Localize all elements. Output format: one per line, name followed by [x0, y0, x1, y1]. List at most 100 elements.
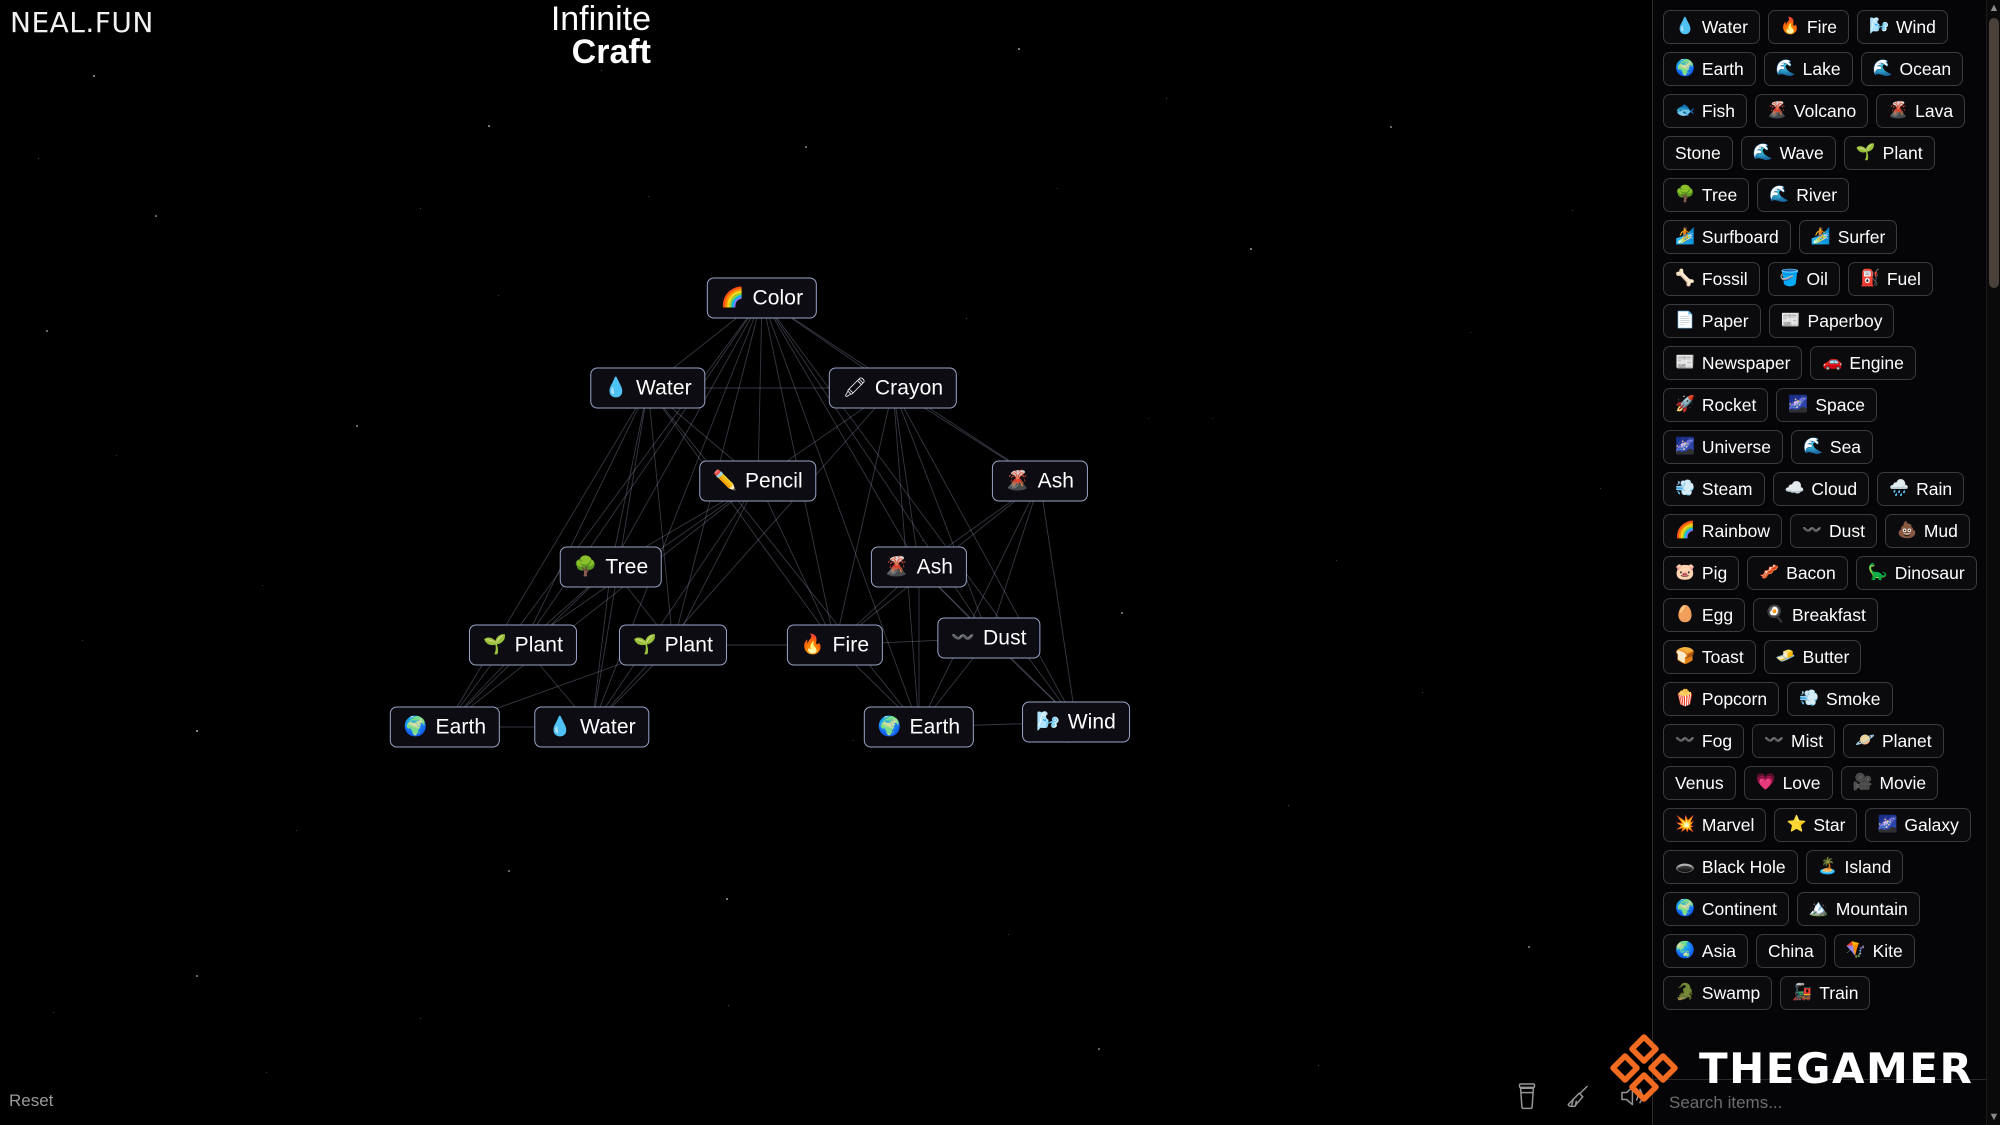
sidebar-item-mud[interactable]: 💩 Mud	[1884, 514, 1970, 548]
sidebar-item-paperboy[interactable]: 📰 Paperboy	[1768, 304, 1895, 338]
swamp-icon: 🐊	[1675, 984, 1695, 1001]
scrollbar-down-arrow[interactable]: ▼	[1987, 1109, 2000, 1125]
sidebar-item-egg[interactable]: 🥚 Egg	[1663, 598, 1746, 632]
sidebar-item-ocean[interactable]: 🌊 Ocean	[1860, 52, 1964, 86]
canvas-node-earth[interactable]: 🌍 Earth	[389, 706, 501, 748]
sidebar-item-paper[interactable]: 📄 Paper	[1663, 304, 1761, 338]
sidebar-item-china[interactable]: China	[1755, 934, 1826, 968]
coffee-cup-icon[interactable]	[1515, 1082, 1539, 1115]
search-input[interactable]	[1653, 1080, 1986, 1125]
canvas-node-color[interactable]: 🌈 Color	[706, 277, 818, 319]
crafting-canvas[interactable]: 🌈 Color 💧 Water 🖍 Crayon ✏️ Pencil 🌋 Ash 🌳 Tree 🌋 Ash…	[0, 0, 1652, 1125]
canvas-node-dust[interactable]: 〰️ Dust	[937, 617, 1041, 659]
sidebar-item-butter[interactable]: 🧈 Butter	[1763, 640, 1862, 674]
sidebar-item-stone[interactable]: Stone	[1663, 136, 1733, 170]
sidebar-item-wind[interactable]: 🌬️ Wind	[1857, 10, 1948, 44]
sidebar-item-toast[interactable]: 🍞 Toast	[1663, 640, 1756, 674]
sidebar-item-smoke[interactable]: 💨 Smoke	[1787, 682, 1893, 716]
sidebar-item-dust[interactable]: 〰️ Dust	[1790, 514, 1877, 548]
sidebar-item-volcano[interactable]: 🌋 Volcano	[1754, 94, 1869, 128]
surfboard-icon: 🏄	[1675, 228, 1695, 245]
sidebar-scrollbar[interactable]: ▲ ▼	[1986, 0, 2000, 1125]
items-scroll-area[interactable]: 💧 Water 🔥 Fire 🌬️ Wind 🌍 Earth 🌊 Lake 🌊 Ocean 🐟 Fish 🌋…	[1653, 0, 1986, 1079]
scrollbar-thumb[interactable]	[1989, 18, 1999, 288]
sidebar-item-plant[interactable]: 🌱 Plant	[1843, 136, 1935, 170]
sidebar-item-mountain[interactable]: 🏔️ Mountain	[1796, 892, 1920, 926]
sidebar-item-river[interactable]: 🌊 River	[1757, 178, 1850, 212]
sidebar-item-love[interactable]: 💗 Love	[1743, 766, 1833, 800]
sidebar-item-label: Rain	[1916, 478, 1953, 499]
sidebar-item-marvel[interactable]: 💥 Marvel	[1663, 808, 1767, 842]
sidebar-item-island[interactable]: 🏝️ Island	[1805, 850, 1904, 884]
sidebar-item-popcorn[interactable]: 🍿 Popcorn	[1663, 682, 1780, 716]
sidebar-item-tree[interactable]: 🌳 Tree	[1663, 178, 1750, 212]
canvas-node-fire[interactable]: 🔥 Fire	[786, 624, 884, 666]
sidebar-item-rocket[interactable]: 🚀 Rocket	[1663, 388, 1769, 422]
canvas-node-earth[interactable]: 🌍 Earth	[863, 706, 975, 748]
canvas-node-plant[interactable]: 🌱 Plant	[468, 624, 578, 666]
sidebar-item-kite[interactable]: 🪁 Kite	[1833, 934, 1915, 968]
canvas-node-ash[interactable]: 🌋 Ash	[991, 460, 1089, 502]
sidebar-item-fuel[interactable]: ⛽ Fuel	[1847, 262, 1933, 296]
sidebar-item-sea[interactable]: 🌊 Sea	[1790, 430, 1874, 464]
speaker-icon[interactable]	[1619, 1083, 1647, 1114]
canvas-node-wind[interactable]: 🌬️ Wind	[1022, 701, 1130, 743]
tree-icon: 🌳	[573, 556, 598, 578]
sidebar-item-newspaper[interactable]: 📰 Newspaper	[1663, 346, 1803, 380]
sidebar-item-train[interactable]: 🚂 Train	[1780, 976, 1871, 1010]
plant-icon: 🌱	[1855, 144, 1876, 161]
sidebar-item-rain[interactable]: 🌧️ Rain	[1877, 472, 1965, 506]
sidebar-item-pig[interactable]: 🐷 Pig	[1663, 556, 1740, 590]
breakfast-icon: 🍳	[1765, 606, 1785, 623]
sidebar-item-mist[interactable]: 〰️ Mist	[1752, 724, 1836, 758]
sidebar-item-engine[interactable]: 🚗 Engine	[1810, 346, 1916, 380]
sidebar-item-galaxy[interactable]: 🌌 Galaxy	[1865, 808, 1971, 842]
sidebar-item-surfer[interactable]: 🏄 Surfer	[1798, 220, 1898, 254]
sidebar-item-surfboard[interactable]: 🏄 Surfboard	[1663, 220, 1791, 254]
sidebar-item-label: Wave	[1779, 142, 1824, 163]
sidebar-item-label: Planet	[1882, 730, 1932, 751]
canvas-node-ash[interactable]: 🌋 Ash	[870, 546, 968, 588]
canvas-node-tree[interactable]: 🌳 Tree	[559, 546, 663, 588]
sidebar-item-planet[interactable]: 🪐 Planet	[1843, 724, 1944, 758]
sidebar-item-oil[interactable]: 🪣 Oil	[1767, 262, 1840, 296]
scrollbar-up-arrow[interactable]: ▲	[1987, 0, 2000, 16]
train-icon: 🚂	[1792, 984, 1813, 1001]
reset-button[interactable]: Reset	[9, 1091, 53, 1111]
sidebar-item-lake[interactable]: 🌊 Lake	[1763, 52, 1853, 86]
canvas-node-pencil[interactable]: ✏️ Pencil	[699, 460, 817, 502]
sidebar-item-black-hole[interactable]: 🕳️ Black Hole	[1663, 850, 1798, 884]
dust-icon: 〰️	[951, 627, 976, 649]
sidebar-item-universe[interactable]: 🌌 Universe	[1663, 430, 1783, 464]
sidebar-item-bacon[interactable]: 🥓 Bacon	[1747, 556, 1848, 590]
sidebar-item-fog[interactable]: 〰️ Fog	[1663, 724, 1745, 758]
sidebar-item-steam[interactable]: 💨 Steam	[1663, 472, 1765, 506]
sidebar-item-fossil[interactable]: 🦴 Fossil	[1663, 262, 1760, 296]
sidebar-item-earth[interactable]: 🌍 Earth	[1663, 52, 1756, 86]
sidebar-item-label: Surfboard	[1701, 226, 1779, 247]
connection-line	[892, 387, 920, 568]
sidebar-item-dinosaur[interactable]: 🦕 Dinosaur	[1855, 556, 1977, 590]
canvas-node-crayon[interactable]: 🖍 Crayon	[828, 367, 958, 409]
sidebar-item-asia[interactable]: 🌏 Asia	[1663, 934, 1748, 968]
crayon-icon: 🖍	[842, 377, 867, 399]
sidebar-item-label: Star	[1813, 814, 1846, 835]
sidebar-item-rainbow[interactable]: 🌈 Rainbow	[1663, 514, 1783, 548]
sidebar-item-movie[interactable]: 🎥 Movie	[1840, 766, 1939, 800]
sidebar-item-venus[interactable]: Venus	[1663, 766, 1736, 800]
sidebar-item-swamp[interactable]: 🐊 Swamp	[1663, 976, 1773, 1010]
sidebar-item-space[interactable]: 🌌 Space	[1776, 388, 1877, 422]
sidebar-item-breakfast[interactable]: 🍳 Breakfast	[1753, 598, 1878, 632]
sidebar-item-lava[interactable]: 🌋 Lava	[1876, 94, 1966, 128]
sidebar-item-star[interactable]: ⭐ Star	[1774, 808, 1858, 842]
sidebar-item-fish[interactable]: 🐟 Fish	[1663, 94, 1747, 128]
canvas-node-water[interactable]: 💧 Water	[590, 367, 706, 409]
canvas-node-water[interactable]: 💧 Water	[534, 706, 650, 748]
sidebar-item-fire[interactable]: 🔥 Fire	[1767, 10, 1850, 44]
canvas-node-plant[interactable]: 🌱 Plant	[618, 624, 728, 666]
sidebar-item-continent[interactable]: 🌍 Continent	[1663, 892, 1789, 926]
sidebar-item-wave[interactable]: 🌊 Wave	[1740, 136, 1836, 170]
broom-icon[interactable]	[1565, 1082, 1593, 1115]
sidebar-item-water[interactable]: 💧 Water	[1663, 10, 1760, 44]
sidebar-item-cloud[interactable]: ☁️ Cloud	[1772, 472, 1870, 506]
